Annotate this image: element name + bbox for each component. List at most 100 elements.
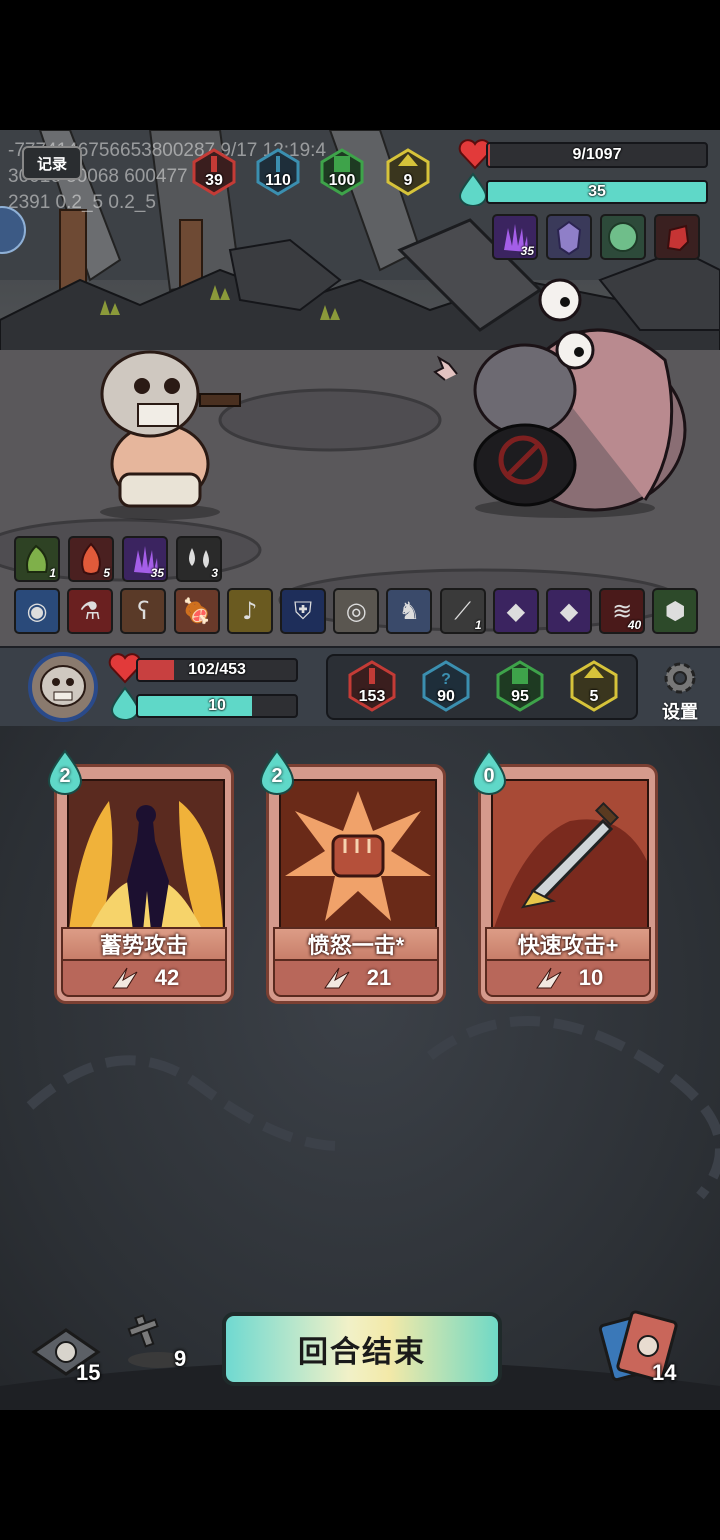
card-art (279, 779, 437, 933)
enemy-hp-text: 9/1097 (572, 146, 622, 163)
crystal-icon (556, 220, 582, 256)
draw-pile-count: 15 (76, 1360, 101, 1385)
enemy-buff-green-orb[interactable] (600, 214, 646, 260)
player-buff-green-blob[interactable]: 1 (14, 536, 60, 582)
relic-slot[interactable]: ◆ (492, 588, 539, 634)
discard-pile-count: 9 (174, 1346, 187, 1371)
silhouette-flames-icon (69, 801, 223, 931)
hand-card-3[interactable]: 快速攻击+ 10 0 (471, 749, 658, 1004)
relic-slot[interactable]: ʕ (120, 588, 167, 634)
hand-card-2[interactable]: 愤怒一击* 21 2 (259, 749, 446, 1004)
player-buff-flame[interactable]: 5 (68, 536, 114, 582)
discard-pile[interactable]: 9 (124, 1310, 204, 1380)
gear-icon (664, 662, 696, 694)
card-art (491, 779, 649, 933)
player-buff-count: 3 (211, 566, 218, 580)
card-value-row: 21 (273, 959, 439, 997)
card-cost: 0 (471, 749, 507, 795)
player-panel: 102/453 10 153 ? 90 95 5 设置 (0, 646, 720, 728)
enemy-speed-stat: 9 (384, 148, 432, 196)
enemy-attack-stat: 39 (190, 148, 238, 196)
relic-slot[interactable]: ⬢ (652, 588, 699, 634)
card-cost: 2 (47, 749, 83, 795)
enemy-buff-count: 35 (520, 244, 534, 258)
enemy-buff-purple-hand[interactable]: 35 (492, 214, 538, 260)
draw-pile[interactable]: 15 (20, 1322, 110, 1392)
stone-disc-icon: ◎ (345, 597, 367, 625)
battle-scene: -7774146756653800287 9/17 12:19:4 30016 … (0, 130, 720, 646)
red-glove-icon (666, 224, 690, 252)
boots-icon: ♞ (398, 597, 421, 625)
record-button[interactable]: 记录 (22, 146, 82, 180)
enemy-energy-text: 35 (588, 183, 606, 200)
relic-slot[interactable]: ⛨ (280, 588, 326, 634)
relic-slot[interactable]: ≋ 40 (599, 588, 646, 634)
purple-gem-icon: ◆ (559, 597, 579, 625)
player-buff-droplets[interactable]: 3 (176, 536, 222, 582)
card-cost: 2 (259, 749, 295, 795)
relic-slot[interactable]: ◎ (333, 588, 380, 634)
player-portrait-icon (40, 665, 86, 707)
relic-bar: ◉ ⚗ ʕ 🍖 ♪ ⛨ ◎ ♞ ⟋ 1 ◆ ◆ ≋ 40 ⬢ (14, 588, 714, 638)
relic-slot[interactable]: ♪ (226, 588, 273, 634)
teddy-bear-icon: ʕ (137, 597, 150, 625)
enemy-buff-red-glove[interactable] (654, 214, 700, 260)
player-avatar[interactable] (28, 652, 98, 722)
relic-count: 40 (627, 618, 642, 632)
card-damage: 42 (154, 965, 180, 990)
meat-icon: 🍖 (181, 597, 212, 625)
player-buff-purple-hand[interactable]: 35 (122, 536, 168, 582)
enemy-energy-bar: 35 (486, 180, 708, 204)
relic-count: 1 (474, 618, 482, 632)
enemy-attack-value: 39 (205, 172, 223, 189)
relic-slot[interactable]: ◉ (14, 588, 60, 634)
relic-slot[interactable]: ⟋ 1 (439, 588, 486, 634)
card-damage: 21 (366, 965, 392, 990)
green-crystal-icon: ⬢ (664, 597, 686, 625)
player-energy-text: 10 (208, 697, 226, 714)
settings-button[interactable]: 设置 (650, 658, 710, 722)
relic-slot[interactable]: ◆ (546, 588, 592, 634)
blue-shield-icon: ⛨ (294, 597, 312, 625)
enemy-defense-stat: 100 (318, 148, 366, 196)
player-attack-stat: 153 (346, 660, 398, 712)
relic-slot[interactable]: ⚗ (67, 588, 114, 634)
player-character (100, 350, 241, 520)
svg-text:?: ? (441, 671, 451, 688)
player-crit-value: 90 (437, 688, 455, 705)
enemy-defense-value: 100 (328, 172, 356, 189)
debug-line-3: 2391 0.2_5 0.2_5 (8, 192, 156, 213)
energy-drop-icon (458, 172, 488, 206)
card-cost-value: 0 (483, 765, 495, 787)
dagger-icon (493, 801, 647, 931)
player-defense-value: 95 (511, 688, 529, 705)
green-orb-icon (608, 222, 638, 252)
player-crit-stat: ? 90 (420, 660, 472, 712)
player-defense-stat: 95 (494, 660, 546, 712)
player-hp-bar: 102/453 (136, 658, 298, 682)
fist-burst-icon (285, 791, 431, 921)
claw-icon (111, 967, 138, 989)
enemy-buff-crystal[interactable] (546, 214, 592, 260)
hand-card-1[interactable]: 蓄势攻击 42 2 (47, 749, 234, 1004)
enemy-character (433, 278, 687, 518)
player-speed-stat: 5 (568, 660, 620, 712)
exhaust-pile-count: 14 (652, 1360, 677, 1385)
card-name: 快速攻击+ (485, 927, 651, 961)
player-buff-count: 1 (49, 566, 56, 580)
player-energy-bar: 10 (136, 694, 298, 718)
relic-slot[interactable]: 🍖 (173, 588, 220, 634)
enemy-hp-bar: 9/1097 (486, 142, 708, 168)
end-turn-button[interactable]: 回合结束 (222, 1312, 502, 1386)
card-art (67, 779, 225, 933)
enemy-crit-value: 110 (265, 172, 291, 189)
card-cost-value: 2 (59, 765, 71, 787)
card-value-row: 42 (61, 959, 227, 997)
relic-slot[interactable]: ♞ (386, 588, 433, 634)
enemy-speed-value: 9 (403, 172, 413, 189)
player-speed-value: 5 (589, 688, 599, 705)
player-attack-value: 153 (358, 688, 386, 705)
exhaust-pile[interactable]: 14 (596, 1310, 696, 1390)
card-damage: 10 (578, 965, 604, 990)
player-buff-count: 5 (103, 566, 110, 580)
